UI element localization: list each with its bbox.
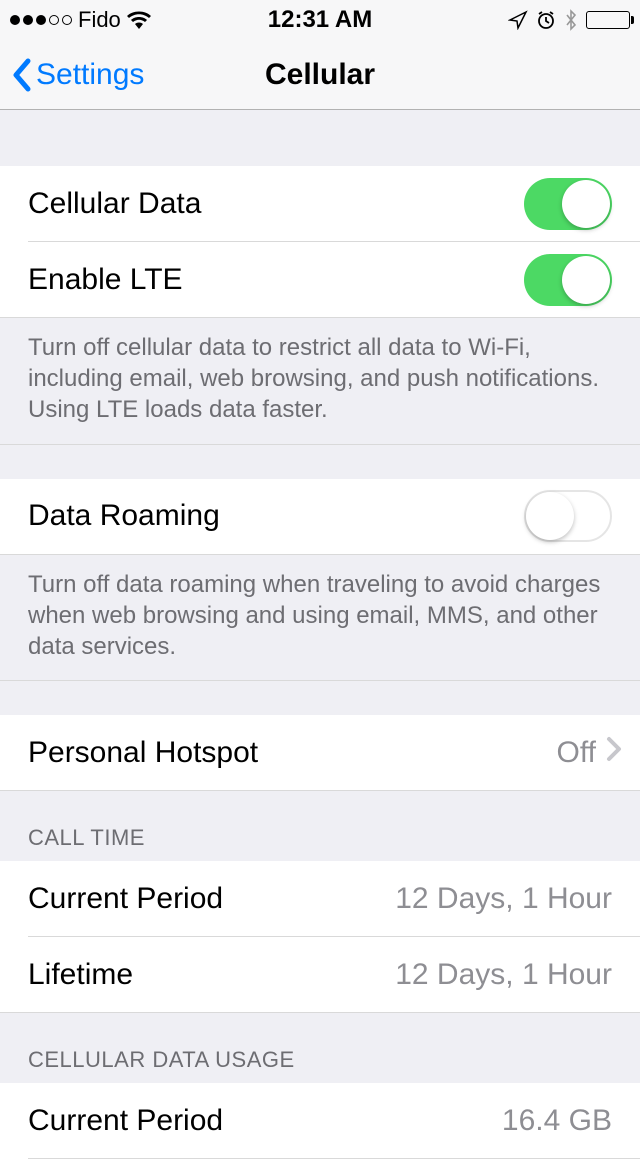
data-roaming-group: Data Roaming Turn off data roaming when …	[0, 445, 640, 682]
signal-strength-icon	[10, 15, 72, 25]
alarm-icon	[536, 10, 556, 30]
call-time-current-row: Current Period 12 Days, 1 Hour	[0, 861, 640, 937]
personal-hotspot-group: Personal Hotspot Off	[0, 681, 640, 791]
cellular-data-switch[interactable]	[524, 178, 612, 230]
carrier-label: Fido	[78, 7, 121, 33]
data-usage-current-label: Current Period	[28, 1104, 223, 1138]
cellular-data-group: Cellular Data Enable LTE Turn off cellul…	[0, 110, 640, 445]
data-roaming-footer: Turn off data roaming when traveling to …	[0, 555, 640, 682]
data-usage-current-row: Current Period 16.4 GB	[0, 1083, 640, 1159]
call-time-current-label: Current Period	[28, 882, 223, 916]
status-left: Fido	[10, 7, 151, 33]
call-time-current-value: 12 Days, 1 Hour	[395, 882, 612, 916]
enable-lte-label: Enable LTE	[28, 263, 183, 297]
call-time-header: CALL TIME	[0, 791, 640, 861]
cellular-data-label: Cellular Data	[28, 187, 201, 221]
wifi-icon	[127, 11, 151, 29]
nav-bar: Settings Cellular	[0, 40, 640, 110]
data-roaming-label: Data Roaming	[28, 499, 220, 533]
status-bar: Fido 12:31 AM	[0, 0, 640, 40]
location-icon	[508, 10, 528, 30]
call-time-group: CALL TIME Current Period 12 Days, 1 Hour…	[0, 791, 640, 1013]
enable-lte-switch[interactable]	[524, 254, 612, 306]
cellular-data-row[interactable]: Cellular Data	[0, 166, 640, 242]
call-time-lifetime-value: 12 Days, 1 Hour	[395, 958, 612, 992]
call-time-lifetime-label: Lifetime	[28, 958, 133, 992]
back-label: Settings	[36, 58, 144, 92]
data-usage-group: CELLULAR DATA USAGE Current Period 16.4 …	[0, 1013, 640, 1159]
data-roaming-row[interactable]: Data Roaming	[0, 479, 640, 555]
enable-lte-row[interactable]: Enable LTE	[0, 242, 640, 318]
battery-icon	[586, 11, 630, 29]
status-right	[508, 9, 630, 31]
data-usage-current-value: 16.4 GB	[502, 1104, 612, 1138]
data-roaming-switch[interactable]	[524, 490, 612, 542]
cellular-data-footer: Turn off cellular data to restrict all d…	[0, 318, 640, 445]
bluetooth-icon	[564, 9, 578, 31]
back-button[interactable]: Settings	[10, 57, 144, 93]
personal-hotspot-label: Personal Hotspot	[28, 736, 258, 770]
personal-hotspot-row[interactable]: Personal Hotspot Off	[0, 715, 640, 791]
data-usage-header: CELLULAR DATA USAGE	[0, 1013, 640, 1083]
chevron-left-icon	[10, 57, 32, 93]
personal-hotspot-value: Off	[557, 736, 596, 770]
chevron-right-icon	[606, 736, 622, 770]
call-time-lifetime-row: Lifetime 12 Days, 1 Hour	[0, 937, 640, 1013]
